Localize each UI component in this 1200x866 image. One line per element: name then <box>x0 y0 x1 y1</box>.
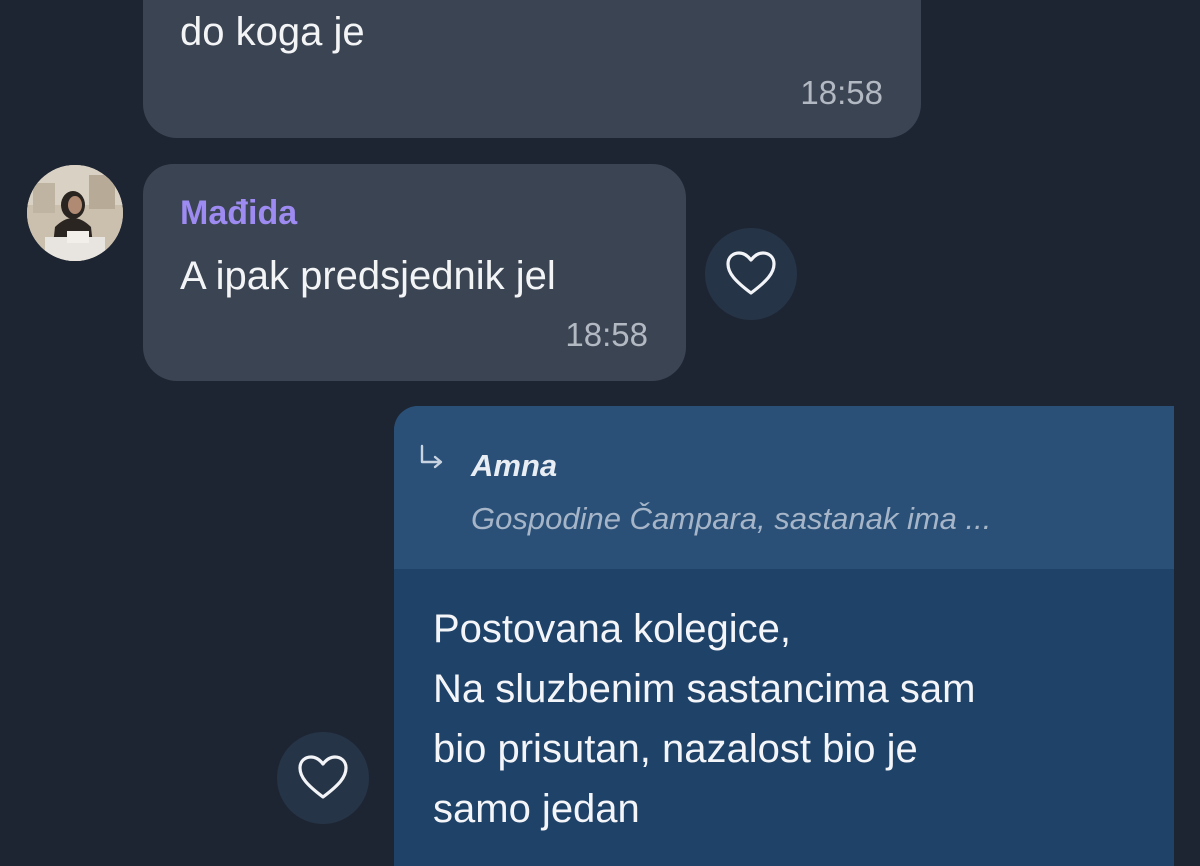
message-bubble-incoming[interactable]: Mađida A ipak predsjednik jel 18:58 <box>143 164 686 381</box>
message-bubble-outgoing[interactable]: Amna Gospodine Čampara, sastanak ima ...… <box>394 406 1174 866</box>
reply-snippet: Gospodine Čampara, sastanak ima ... <box>471 501 992 536</box>
message-line: Postovana kolegice, <box>433 607 792 651</box>
message-line: bio prisutan, nazalost bio je <box>433 727 918 771</box>
reply-author: Amna <box>471 448 558 483</box>
heart-outline-icon <box>298 755 348 799</box>
heart-outline-icon <box>726 251 776 295</box>
message-timestamp: 18:58 <box>565 316 648 353</box>
message-text: A ipak predsjednik jel <box>180 254 556 298</box>
message-text: do koga je <box>180 10 365 54</box>
user-avatar-photo <box>27 165 123 261</box>
sender-name[interactable]: Mađida <box>180 194 297 233</box>
message-text: Postovana kolegice, Na sluzbenim sastanc… <box>433 599 975 839</box>
reply-arrow-icon <box>420 444 443 469</box>
message-line: Na sluzbenim sastancima sam <box>433 667 976 711</box>
message-timestamp: 18:58 <box>800 74 883 111</box>
reply-quote[interactable]: Amna Gospodine Čampara, sastanak ima ... <box>394 406 1174 569</box>
like-button[interactable] <box>705 228 797 320</box>
like-button[interactable] <box>277 732 369 824</box>
message-bubble-incoming[interactable]: do koga je 18:58 <box>143 0 921 138</box>
message-line: samo jedan <box>433 787 640 831</box>
avatar[interactable] <box>27 165 123 261</box>
